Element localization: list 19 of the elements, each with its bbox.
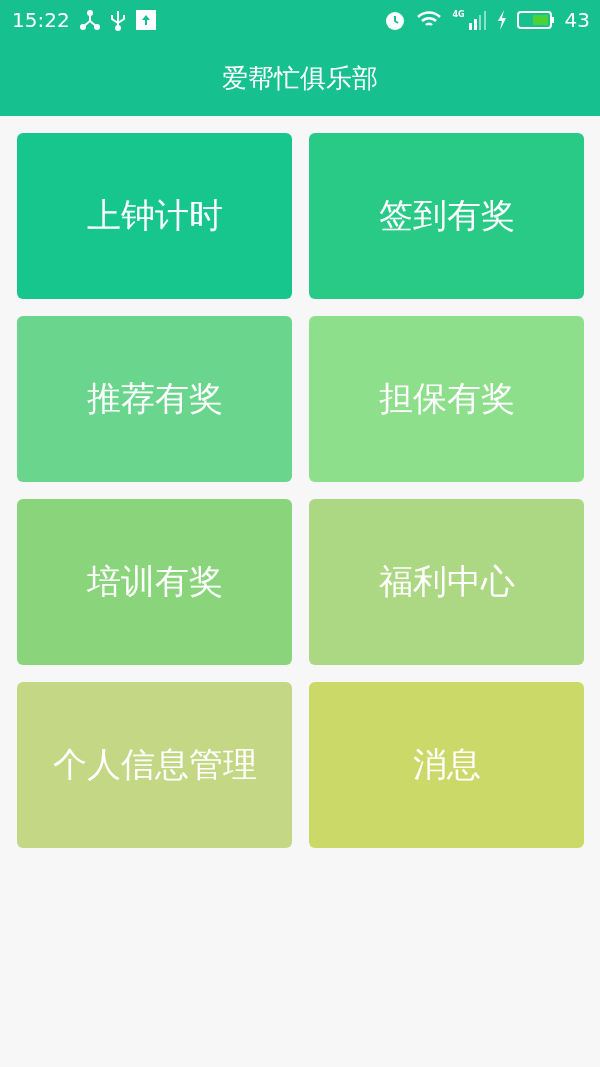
menu-tile[interactable]: 福利中心: [309, 499, 584, 665]
menu-tile[interactable]: 推荐有奖: [17, 316, 292, 482]
status-time: 15:22: [12, 8, 70, 32]
upload-icon: [135, 10, 156, 30]
signal-icon: [468, 10, 487, 30]
battery-level: 43: [564, 8, 590, 32]
menu-tile[interactable]: 个人信息管理: [17, 682, 292, 848]
share-icon: [79, 10, 100, 30]
charging-icon: [496, 10, 507, 30]
app-title: 爱帮忙俱乐部: [222, 61, 378, 95]
battery-icon: [516, 10, 555, 30]
usb-icon: [109, 9, 126, 31]
menu-tile[interactable]: 担保有奖: [309, 316, 584, 482]
network-type: 4G: [452, 10, 465, 19]
menu-tile[interactable]: 消息: [309, 682, 584, 848]
alarm-icon: [384, 9, 407, 31]
menu-tile[interactable]: 签到有奖: [309, 133, 584, 299]
menu-tile[interactable]: 上钟计时: [17, 133, 292, 299]
menu-tile[interactable]: 培训有奖: [17, 499, 292, 665]
